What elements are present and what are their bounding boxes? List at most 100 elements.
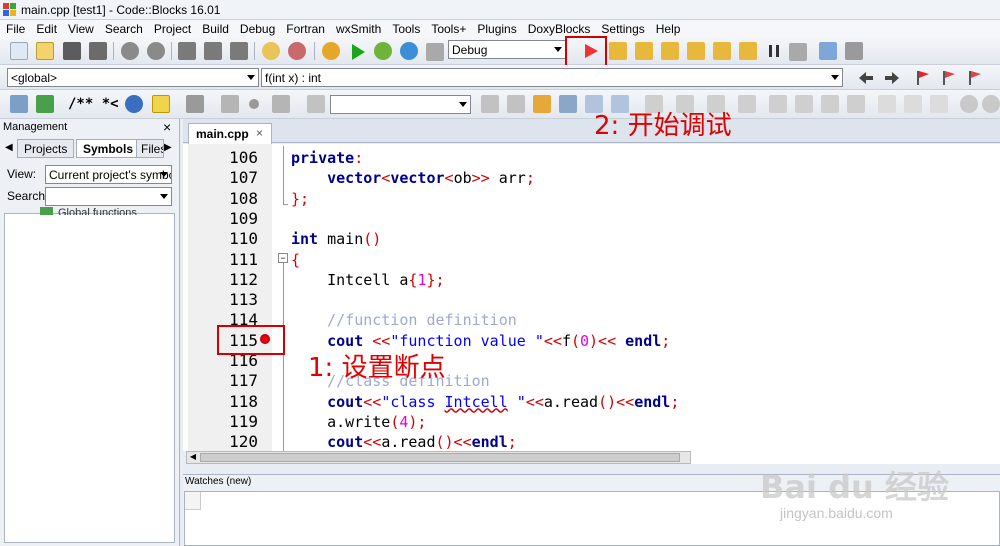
jump-back-icon[interactable] xyxy=(857,69,875,87)
menu-tools[interactable]: Tools xyxy=(392,22,420,36)
clear-icon[interactable] xyxy=(307,95,325,113)
find-icon[interactable] xyxy=(262,42,280,60)
run-icon[interactable] xyxy=(349,43,367,61)
code-line[interactable]: vector<vector<ob>> arr; xyxy=(291,169,535,187)
preferences-wrench-icon[interactable] xyxy=(186,95,204,113)
jump-forward-icon[interactable] xyxy=(883,69,901,87)
next-line-icon[interactable] xyxy=(635,42,653,60)
toolbar-icon-d[interactable] xyxy=(738,95,756,113)
menu-search[interactable]: Search xyxy=(105,22,143,36)
menu-view[interactable]: View xyxy=(68,22,94,36)
zoom-out-icon[interactable] xyxy=(982,95,1000,113)
next-instruction-icon[interactable] xyxy=(713,42,731,60)
menu-edit[interactable]: Edit xyxy=(36,22,57,36)
menu-doxyblocks[interactable]: DoxyBlocks xyxy=(528,22,591,36)
code-line[interactable]: { xyxy=(291,251,300,269)
build-and-run-icon[interactable] xyxy=(374,42,392,60)
horizontal-scrollbar[interactable]: ◀ xyxy=(186,451,691,464)
undo-icon[interactable] xyxy=(121,42,139,60)
step-out-icon[interactable] xyxy=(687,42,705,60)
selected-text-icon[interactable] xyxy=(559,95,577,113)
run-to-cursor-icon[interactable] xyxy=(609,42,627,60)
tab-projects[interactable]: Projects xyxy=(17,139,75,158)
tab-scroll-left-icon[interactable]: ◀ xyxy=(5,142,13,153)
paste-icon[interactable] xyxy=(230,42,248,60)
menu-wxsmith[interactable]: wxSmith xyxy=(336,22,381,36)
run-chm-icon[interactable] xyxy=(152,95,170,113)
toggle-bookmark-icon[interactable] xyxy=(914,69,932,87)
scope-select[interactable]: <global> xyxy=(7,68,259,87)
fold-toggle-icon[interactable]: − xyxy=(278,253,288,263)
toolbar-icon-h[interactable] xyxy=(847,95,865,113)
prev-icon[interactable] xyxy=(221,95,239,113)
abort-icon[interactable] xyxy=(426,43,444,61)
scroll-left-icon[interactable]: ◀ xyxy=(187,452,199,463)
toolbar-icon-g[interactable] xyxy=(821,95,839,113)
code-line[interactable]: int main() xyxy=(291,230,381,248)
toolbar-icon-e[interactable] xyxy=(769,95,787,113)
debugging-windows-icon[interactable] xyxy=(819,42,837,60)
zoom-in-icon[interactable] xyxy=(960,95,978,113)
menu-fortran[interactable]: Fortran xyxy=(286,22,325,36)
open-file-icon[interactable] xyxy=(36,42,54,60)
block-comment-button[interactable]: /** *< xyxy=(68,96,119,112)
view-select[interactable]: Current project's symbols xyxy=(45,165,172,184)
code-line[interactable]: private: xyxy=(291,149,363,167)
build-gear-icon[interactable] xyxy=(322,42,340,60)
pause-icon[interactable] xyxy=(765,42,783,60)
toolbar-icon-f[interactable] xyxy=(795,95,813,113)
toolbar-icon-i[interactable] xyxy=(878,95,896,113)
save-icon[interactable] xyxy=(63,42,81,60)
tree-item-global-functions[interactable]: Global functions xyxy=(58,207,137,215)
tab-scroll-right-icon[interactable]: ▶ xyxy=(164,142,172,153)
code-line[interactable]: Intcell a{1}; xyxy=(291,271,444,289)
previous-bookmark-icon[interactable] xyxy=(940,69,958,87)
code-line[interactable]: cout<<"class Intcell "<<a.read()<<endl; xyxy=(291,393,679,411)
search-next-icon[interactable] xyxy=(507,95,525,113)
redo-icon[interactable] xyxy=(147,42,165,60)
replace-icon[interactable] xyxy=(288,42,306,60)
management-close-icon[interactable]: × xyxy=(163,119,171,135)
close-tab-icon[interactable]: × xyxy=(256,126,263,140)
dot-icon[interactable] xyxy=(249,99,259,109)
code-line[interactable]: //function definition xyxy=(291,311,517,329)
incremental-search-input[interactable] xyxy=(330,95,471,114)
build-target-select[interactable]: Debug xyxy=(448,40,566,59)
tab-main-cpp[interactable]: main.cpp × xyxy=(188,123,272,144)
stop-debugger-icon[interactable] xyxy=(789,43,807,61)
toolbar-icon-j[interactable] xyxy=(904,95,922,113)
menu-project[interactable]: Project xyxy=(154,22,191,36)
menu-help[interactable]: Help xyxy=(656,22,681,36)
code-line[interactable]: cout<<a.read()<<endl; xyxy=(291,433,517,451)
menu-settings[interactable]: Settings xyxy=(601,22,644,36)
symbol-search-input[interactable] xyxy=(45,187,172,206)
search-previous-icon[interactable] xyxy=(481,95,499,113)
next-icon[interactable] xyxy=(272,95,290,113)
new-file-icon[interactable] xyxy=(10,42,28,60)
save-all-icon[interactable] xyxy=(89,42,107,60)
code-line[interactable]: }; xyxy=(291,190,309,208)
tab-files[interactable]: Files xyxy=(136,139,164,158)
next-bookmark-icon[interactable] xyxy=(966,69,984,87)
menu-tools[interactable]: Tools+ xyxy=(431,22,466,36)
copy-icon[interactable] xyxy=(204,42,222,60)
rebuild-icon[interactable] xyxy=(400,42,418,60)
extract-docs-icon[interactable] xyxy=(36,95,54,113)
run-html-icon[interactable] xyxy=(125,95,143,113)
step-into-icon[interactable] xyxy=(661,42,679,60)
menu-debug[interactable]: Debug xyxy=(240,22,275,36)
scroll-thumb[interactable] xyxy=(200,453,680,462)
step-into-instruction-icon[interactable] xyxy=(739,42,757,60)
cut-icon[interactable] xyxy=(178,42,196,60)
function-select[interactable]: f(int x) : int xyxy=(261,68,843,87)
tab-symbols[interactable]: Symbols xyxy=(76,139,141,158)
toolbar-icon-k[interactable] xyxy=(930,95,948,113)
various-info-icon[interactable] xyxy=(845,42,863,60)
highlight-icon[interactable] xyxy=(533,95,551,113)
menu-build[interactable]: Build xyxy=(202,22,229,36)
menu-plugins[interactable]: Plugins xyxy=(477,22,516,36)
doxywizard-icon[interactable] xyxy=(10,95,28,113)
code-line[interactable]: a.write(4); xyxy=(291,413,426,431)
symbols-tree[interactable] xyxy=(4,213,175,543)
menu-file[interactable]: File xyxy=(6,22,25,36)
